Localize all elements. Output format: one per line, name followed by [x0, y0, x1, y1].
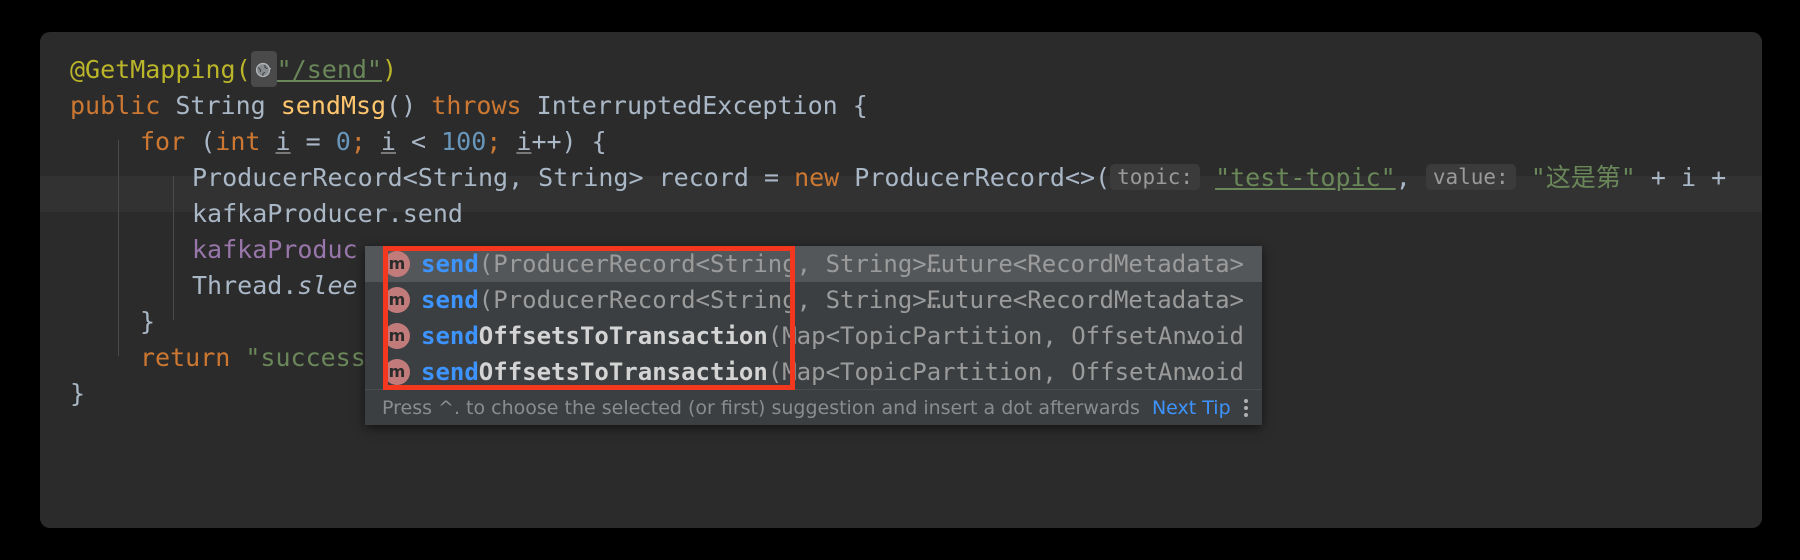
param-hint-topic: topic: [1110, 164, 1201, 190]
completion-params: (Map<TopicPartition, OffsetAn… [767, 322, 1202, 350]
close-brace-method: } [70, 379, 86, 408]
code-line-method-close: } [70, 376, 85, 412]
code-editor-window[interactable]: @GetMapping( "/send") public String sendM… [40, 32, 1762, 528]
completion-return-type: void [1186, 322, 1244, 350]
code-line-for-close: } [140, 304, 155, 340]
kafkaproducer-send-expr: kafkaProducer.send [192, 199, 463, 228]
completion-name-rest: OffsetsToTransaction [478, 358, 768, 386]
completion-params: (ProducerRecord<String, String>… [478, 286, 942, 314]
keyword-new: new [794, 163, 840, 192]
literal-success: "success [230, 343, 366, 372]
completion-match-prefix: send [421, 358, 479, 386]
var-i-decl: i [275, 127, 291, 156]
semicolon-2: ; [486, 127, 517, 156]
keyword-throws: throws [431, 91, 522, 120]
completion-match-prefix: send [421, 286, 479, 314]
completion-return-type: void [1186, 358, 1244, 386]
completion-item[interactable]: m send(ProducerRecord<String, String>… F… [365, 246, 1262, 282]
open-brace: { [852, 91, 868, 120]
method-name-sendmsg: sendMsg [280, 91, 387, 120]
screenshot-root: @GetMapping( "/send") public String sendM… [0, 0, 1800, 560]
literal-chinese-prefix: "这是第" [1530, 163, 1636, 192]
var-i-incr: i [516, 127, 532, 156]
arg-comma: , [1395, 163, 1426, 192]
for-tail: ++) { [531, 127, 607, 156]
completion-match-prefix: send [421, 322, 479, 350]
code-line-return: return "success [140, 340, 366, 376]
close-brace-for: } [140, 307, 156, 336]
globe-icon[interactable] [250, 51, 277, 87]
keyword-return: return [140, 343, 231, 372]
for-open-paren: ( [200, 127, 216, 156]
producerrecord-ctor: ProducerRecord<>( [839, 163, 1111, 192]
literal-test-topic: "test-topic" [1215, 163, 1396, 192]
method-sleep: slee [297, 271, 358, 300]
completion-params: (Map<TopicPartition, OffsetAn… [767, 358, 1202, 386]
method-icon: m [382, 359, 412, 385]
next-tip-link[interactable]: Next Tip [1152, 397, 1231, 419]
type-interruptedexception: InterruptedException [536, 91, 838, 120]
keyword-public: public [70, 91, 161, 120]
semicolon-1: ; [350, 127, 381, 156]
method-icon: m [382, 287, 412, 313]
method-icon: m [382, 323, 412, 349]
less-than-op: < [395, 127, 442, 156]
mapping-url[interactable]: "/send" [277, 55, 382, 84]
kebab-menu-icon[interactable] [1244, 398, 1248, 417]
thread-object: Thread. [192, 271, 298, 300]
code-line-signature: public String sendMsg() throws Interrupt… [70, 88, 868, 124]
literal-zero: 0 [335, 127, 351, 156]
type-string: String [175, 91, 266, 120]
field-kafkaproducer: kafkaProduc [192, 235, 358, 264]
method-parens: () [386, 91, 417, 120]
keyword-int: int [215, 127, 261, 156]
concat-tail: + i + [1635, 163, 1727, 192]
completion-return-type: Future<RecordMetadata> [926, 250, 1244, 278]
var-i-cond: i [380, 127, 396, 156]
completion-params: (ProducerRecord<String, String>… [478, 250, 942, 278]
code-line-for: for (int i = 0; i < 100; i++) { [140, 124, 607, 160]
keyword-for: for [140, 127, 186, 156]
completion-item[interactable]: m sendOffsetsToTransaction(Map<TopicPart… [365, 318, 1262, 354]
param-hint-value: value: [1425, 164, 1516, 190]
literal-hundred: 100 [441, 127, 487, 156]
method-icon: m [382, 251, 412, 277]
completion-item[interactable]: m send(ProducerRecord<String, String>… F… [365, 282, 1262, 318]
completion-name-rest: OffsetsToTransaction [478, 322, 768, 350]
assign-op: = [290, 127, 336, 156]
completion-item[interactable]: m sendOffsetsToTransaction(Map<TopicPart… [365, 354, 1262, 390]
code-line-kafkaproducer-field: kafkaProduc [192, 232, 358, 268]
code-line-annotation: @GetMapping( "/send") [70, 51, 398, 88]
code-line-producerrecord: ProducerRecord<String, String> record = … [192, 160, 1726, 196]
completion-match-prefix: send [421, 250, 479, 278]
code-line-thread-sleep: Thread.slee [192, 268, 358, 304]
annotation-close-paren: ) [381, 55, 398, 84]
tip-text: Press ^. to choose the selected (or firs… [382, 396, 1140, 419]
completion-return-type: Future<RecordMetadata> [926, 286, 1244, 314]
annotation-getmapping: @GetMapping( [70, 55, 251, 84]
producerrecord-declaration: ProducerRecord<String, String> record = [192, 163, 795, 192]
code-completion-popup[interactable]: m send(ProducerRecord<String, String>… F… [365, 246, 1262, 425]
completion-tip-bar: Press ^. to choose the selected (or firs… [365, 389, 1262, 425]
code-line-kafkaproducer-send: kafkaProducer.send [192, 196, 463, 232]
